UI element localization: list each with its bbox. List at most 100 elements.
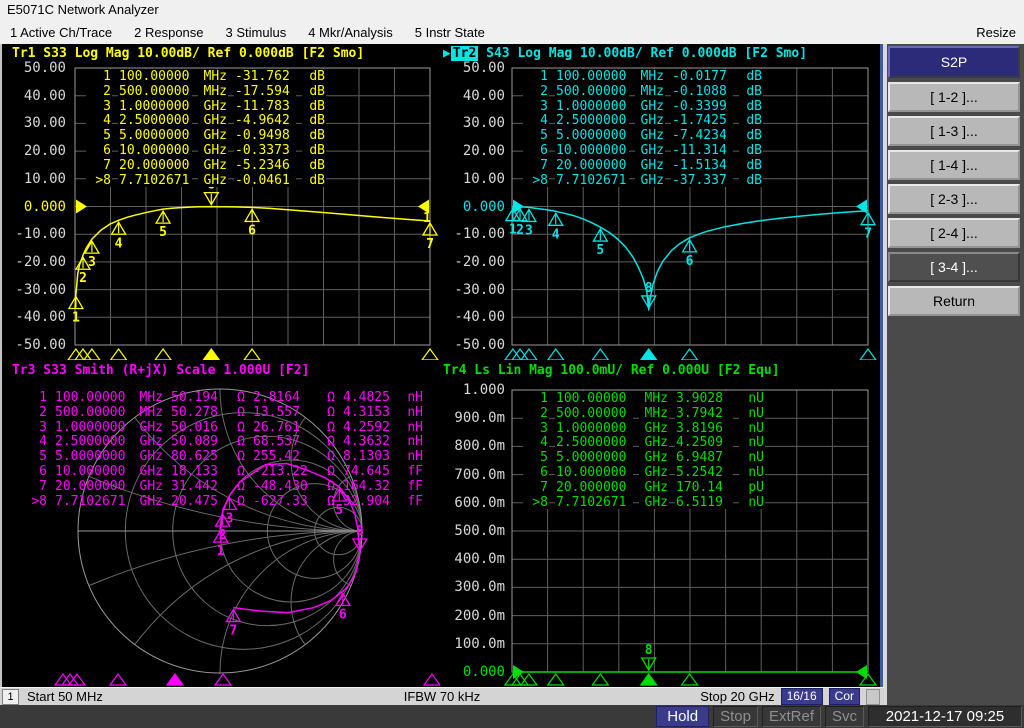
marker-cell: MHz (198, 83, 228, 99)
marker-row: >8 7.7102671 GHz 6.5119 nU (523, 494, 771, 510)
marker-cell: 2.5000000 (118, 113, 192, 128)
menu-item-2[interactable]: 2 Response (134, 25, 203, 40)
marker-cell: -11.314 (671, 142, 733, 158)
softkey-2-4[interactable]: [ 2-4 ]... (888, 218, 1020, 248)
marker-cell: 5.2542 (675, 464, 733, 480)
marker-cell: dB (739, 142, 763, 158)
marker-cell: 164.32 (343, 478, 390, 494)
marker-cell: MHz (635, 83, 665, 99)
marker-cell: -0.9498 (234, 128, 296, 143)
softkey-separator (883, 44, 887, 705)
marker-cell: -0.1088 (671, 83, 733, 99)
svg-text:8: 8 (645, 643, 653, 658)
marker-table-tr4: 1 100.00000 MHz 3.9028 nU 2 500.00000 MHz 3.7942… (523, 391, 771, 510)
marker-cell: 1 (523, 391, 549, 406)
marker-row: 2 500.00000 MHz -0.1088 dB (523, 83, 769, 99)
marker-cell: 6 (86, 142, 112, 158)
marker-cell: 8.1303 (343, 449, 390, 465)
marker-cell: 13.557 (253, 404, 300, 420)
menu-items: 1 Active Ch/Trace 2 Response 3 Stimulus 4 M… (0, 25, 485, 40)
status-right: Stop 20 GHz 16/16 Cor (700, 688, 880, 705)
softkey-return[interactable]: Return (888, 286, 1020, 316)
softkey-2-3[interactable]: [ 2-3 ]... (888, 184, 1020, 214)
marker-cell: -37.337 (671, 172, 733, 188)
panel-tr1[interactable]: 123456781Tr1 S33 Log Mag 10.00dB/ Ref 0.… (0, 44, 440, 360)
y-axis-tick-tr2: -10.00 (454, 226, 505, 243)
marker-row: 5 5.0000000 GHz -7.4234 dB (523, 128, 769, 143)
marker-cell: -627.33 (253, 493, 308, 509)
marker-cell: 5.0000000 (55, 449, 126, 465)
marker-cell: >8 (86, 172, 112, 188)
stop-frequency-label: Stop 20 GHz (700, 689, 775, 704)
marker-cell: 1 (523, 69, 549, 84)
marker-cell: GHz (198, 128, 228, 143)
marker-cell: dB (739, 83, 763, 99)
y-axis-tick-tr2: 50.00 (462, 60, 505, 76)
marker-cell: 20.000000 (55, 478, 126, 494)
marker-cell: GHz (635, 157, 665, 173)
marker-cell: 1.0000000 (118, 98, 192, 114)
softkey-1-4[interactable]: [ 1-4 ]... (888, 150, 1020, 180)
marker-cell: 7.7102671 (55, 493, 126, 509)
marker-row: 2 500.00000 MHz 50.278 Ω 13.557 Ω 4.3153 nH (22, 405, 430, 420)
marker-table-tr2: 1 100.00000 MHz -0.0177 dB 2 500.00000 MHz -0.10… (523, 69, 769, 188)
softkey-1-3[interactable]: [ 1-3 ]... (888, 116, 1020, 146)
marker-cell: GHz (639, 450, 669, 465)
marker-cell: MHz (639, 391, 669, 406)
menu-item-5[interactable]: 5 Instr State (415, 25, 485, 40)
svg-text:5: 5 (159, 225, 167, 240)
trace-header-tr4: Tr4 Ls Lin Mag 100.0mU/ Ref 0.000U [F2 E… (443, 363, 780, 378)
menu-item-3[interactable]: 3 Stimulus (226, 25, 287, 40)
menu-item-1[interactable]: 1 Active Ch/Trace (10, 25, 112, 40)
marker-cell: -1.7425 (671, 113, 733, 128)
marker-cell: dB (302, 142, 326, 158)
softkey-1-2[interactable]: [ 1-2 ]... (888, 82, 1020, 112)
marker-cell: GHz (198, 172, 228, 188)
marker-cell: Ω (237, 434, 245, 450)
sweep-count-badge: 16/16 (780, 688, 823, 705)
marker-cell: GHz (139, 434, 163, 450)
marker-cell: 74.645 (343, 463, 390, 479)
svg-text:1: 1 (217, 544, 225, 559)
marker-table-tr3: 1 100.00000 MHz 50.194 Ω 2.8164 Ω 4.4825 nH 2 500.… (22, 390, 430, 509)
marker-cell: GHz (198, 98, 228, 114)
marker-cell: 5.0000000 (555, 450, 633, 465)
svg-text:1: 1 (423, 211, 431, 226)
marker-cell: GHz (639, 494, 669, 510)
softkey-3-4[interactable]: [ 3-4 ]... (888, 252, 1020, 282)
marker-cell: 4.4825 (343, 390, 390, 405)
marker-cell: 500.00000 (55, 404, 126, 420)
svg-text:2: 2 (516, 223, 524, 238)
y-axis-tick-tr2: 20.00 (462, 143, 505, 160)
marker-cell: 6 (523, 142, 549, 158)
marker-cell: 500.00000 (555, 405, 633, 421)
marker-row: 1 100.00000 MHz -0.0177 dB (523, 69, 769, 84)
marker-cell: GHz (639, 464, 669, 480)
trace-header-tr1: Tr1 S33 Log Mag 10.00dB/ Ref 0.000dB [F2… (12, 46, 365, 61)
marker-cell: dB (739, 113, 763, 128)
marker-cell: -4.9642 (234, 113, 296, 128)
y-axis-tick-tr1: -10.00 (15, 226, 66, 243)
marker-cell: nH (407, 419, 423, 435)
marker-cell: 500.00000 (118, 83, 192, 99)
menu-item-4[interactable]: 4 Mkr/Analysis (308, 25, 393, 40)
marker-cell: -0.3399 (671, 98, 733, 114)
marker-cell: 4.2592 (343, 419, 390, 435)
softkey-title-s2p[interactable]: S2P (888, 46, 1020, 78)
panel-tr2[interactable]: 1 2 3 4 5 6 7 8 1 ▶ Tr2 S43 Log Mag 10.00dB/ Ref 0… (440, 44, 884, 360)
marker-cell: Ω (327, 404, 335, 420)
panel-tr4[interactable]: 8 Tr4 Ls Lin Mag 100.0mU/ Ref 0.000U [F2 … (440, 360, 884, 687)
status-left: 1 Start 50 MHz (2, 688, 103, 705)
y-axis-tick-tr4: 100.0m (454, 635, 505, 652)
marker-cell: GHz (198, 113, 228, 128)
panel-tr3-smith[interactable]: 1 2 3 5 6 7 8 Tr3 S33 Smith (R+jX) Scale 1.000U… (0, 360, 440, 687)
marker-row: 4 2.5000000 GHz 50.089 Ω 68.537 Ω 4.3632 nH (22, 434, 430, 449)
marker-cell: 5 (523, 128, 549, 143)
marker-cell: 20.475 (171, 493, 218, 509)
marker-cell: Ω (237, 404, 245, 420)
marker-cell: MHz (198, 69, 228, 84)
marker-cell: 255.42 (253, 449, 300, 465)
marker-cell: 2.5000000 (55, 434, 126, 450)
marker-cell: 3 (523, 98, 549, 114)
resize-control[interactable]: Resize (976, 25, 1016, 40)
